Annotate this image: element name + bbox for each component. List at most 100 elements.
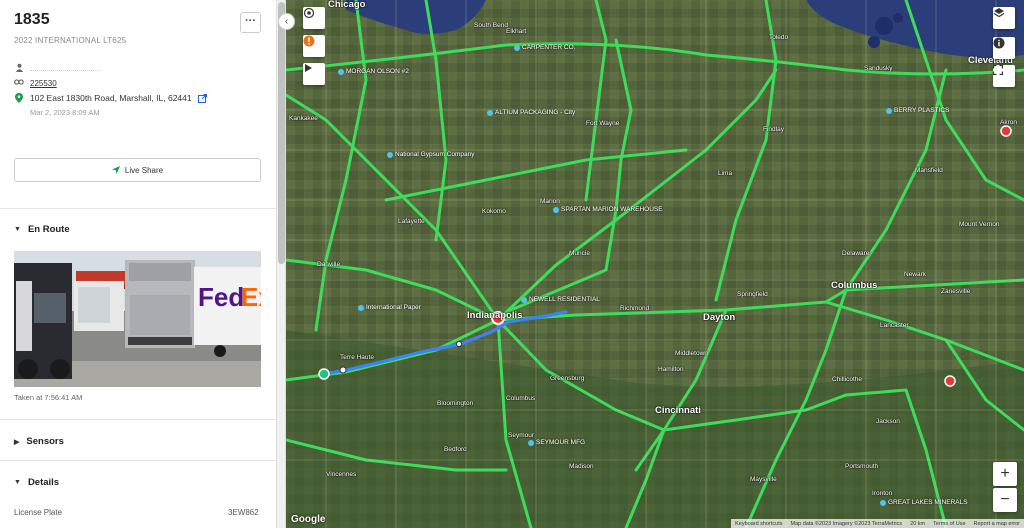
fullscreen-button[interactable] bbox=[993, 65, 1015, 87]
route-start-marker bbox=[318, 368, 330, 380]
poi-label: International Paper bbox=[366, 304, 421, 311]
city-label: Kokomo bbox=[482, 208, 506, 215]
vehicle-name: 1835 bbox=[14, 11, 50, 28]
locate-vehicle-button[interactable] bbox=[303, 7, 325, 29]
divider bbox=[0, 208, 276, 209]
city-label: Sandusky bbox=[864, 65, 893, 72]
city-label: Toledo bbox=[769, 34, 789, 41]
city-label: Ironton bbox=[872, 490, 893, 497]
external-link-icon[interactable] bbox=[197, 93, 207, 103]
city-label: Indianapolis bbox=[467, 310, 523, 321]
vehicle-id-link[interactable]: 225530 bbox=[30, 79, 57, 88]
city-label: South Bend bbox=[474, 22, 508, 29]
report-error-link[interactable]: Report a map error bbox=[974, 521, 1020, 527]
city-label: Lima bbox=[718, 170, 733, 177]
poi-marker[interactable]: International Paper bbox=[358, 304, 421, 311]
caret-right-icon: ▶ bbox=[14, 438, 20, 446]
poi-marker[interactable]: SPARTAN MARION WAREHOUSE bbox=[553, 206, 663, 213]
live-share-label: Live Share bbox=[124, 165, 164, 175]
navigation-arrow-icon bbox=[111, 166, 120, 174]
play-route-button[interactable] bbox=[303, 63, 325, 85]
city-label: Greensburg bbox=[550, 375, 585, 382]
address-text: 102 East 1830th Road, Marshall, IL, 6244… bbox=[30, 93, 192, 103]
link-icon bbox=[14, 78, 24, 88]
poi-label: BERRY PLASTICS bbox=[894, 107, 950, 114]
city-label: Bedford bbox=[444, 446, 467, 453]
satellite-map[interactable]: Chicago Toledo Cleveland Fort Wayne Indi… bbox=[286, 0, 1024, 528]
poi-label: SEYMOUR MFG bbox=[536, 439, 586, 446]
poi-marker[interactable]: SEYMOUR MFG bbox=[528, 439, 585, 446]
city-label: Findlay bbox=[763, 126, 784, 133]
poi-label: MORGAN OLSON #2 bbox=[346, 68, 409, 75]
zoom-in-button[interactable]: + bbox=[993, 462, 1017, 486]
poi-marker[interactable]: ALTIUM PACKAGING - City bbox=[487, 109, 575, 116]
caret-down-icon: ▼ bbox=[14, 226, 21, 233]
poi-label: GREAT LAKES MINERALS bbox=[888, 499, 968, 506]
zoom-out-button[interactable]: − bbox=[993, 488, 1017, 512]
city-label: Fort Wayne bbox=[586, 120, 620, 127]
poi-marker[interactable]: GREAT LAKES MINERALS bbox=[880, 499, 968, 506]
alert-button[interactable] bbox=[303, 35, 325, 57]
divider bbox=[0, 460, 276, 461]
poi-label: SPARTAN MARION WAREHOUSE bbox=[561, 206, 663, 213]
city-label: Columbus bbox=[506, 395, 536, 402]
city-label: Marion bbox=[540, 198, 560, 205]
poi-marker[interactable]: National Gypsum Company bbox=[387, 151, 474, 158]
poi-label: NEWELL RESIDENTIAL bbox=[529, 296, 600, 303]
sidebar-scrollbar[interactable] bbox=[277, 0, 286, 528]
city-label: Elkhart bbox=[506, 28, 527, 35]
divider bbox=[0, 419, 276, 420]
poi-label: National Gypsum Company bbox=[395, 151, 475, 158]
city-label: Middletown bbox=[675, 350, 708, 357]
map-scale: 20 km bbox=[910, 520, 926, 527]
sensors-section-toggle[interactable]: ▶ Sensors bbox=[14, 436, 64, 447]
poi-marker[interactable]: NEWELL RESIDENTIAL bbox=[521, 296, 600, 303]
poi-label: ALTIUM PACKAGING - City bbox=[495, 109, 576, 116]
poi-marker[interactable]: MORGAN OLSON #2 bbox=[338, 68, 409, 75]
app-root: 1835 2022 INTERNATIONAL LT625 ··· 225530… bbox=[0, 0, 1024, 528]
google-logo: Google bbox=[291, 514, 326, 525]
user-icon bbox=[14, 63, 24, 73]
city-label: Muncie bbox=[569, 250, 590, 257]
en-route-section-toggle[interactable]: ▼ En Route bbox=[14, 224, 70, 235]
more-options-button[interactable]: ··· bbox=[240, 12, 261, 33]
city-label: Terre Haute bbox=[340, 354, 374, 361]
svg-text:Fed: Fed bbox=[198, 282, 244, 312]
en-route-heading: En Route bbox=[27, 224, 70, 235]
city-label: Portsmouth bbox=[845, 463, 879, 470]
map-pin-icon bbox=[14, 93, 24, 103]
city-label: Akron bbox=[1000, 119, 1017, 126]
caret-down-icon: ▼ bbox=[14, 479, 21, 486]
layers-button[interactable] bbox=[993, 7, 1015, 29]
city-label: Bloomington bbox=[437, 400, 474, 407]
poi-label: CARPENTER CO. bbox=[522, 44, 576, 51]
terms-link[interactable]: Terms of Use bbox=[933, 521, 965, 527]
city-label: Delaware bbox=[842, 250, 870, 257]
poi-marker[interactable]: CARPENTER CO. bbox=[514, 44, 575, 51]
city-label: Dayton bbox=[703, 312, 736, 323]
dashcam-photo[interactable]: Fed Ex bbox=[14, 251, 261, 387]
city-label: Maysville bbox=[750, 476, 777, 483]
vehicle-model: 2022 INTERNATIONAL LT625 bbox=[14, 36, 127, 45]
city-label: Zanesville bbox=[941, 288, 971, 295]
city-label: Jackson bbox=[876, 418, 900, 425]
sidebar-scroll-thumb[interactable] bbox=[278, 2, 285, 264]
map-footer: Keyboard shortcuts Map data ©2023 Imager… bbox=[731, 519, 1024, 528]
city-label: Lafayette bbox=[398, 218, 425, 225]
address-row: 102 East 1830th Road, Marshall, IL, 6244… bbox=[14, 93, 207, 103]
city-label: Vincennes bbox=[326, 471, 357, 478]
collapse-sidebar-button[interactable]: ‹ bbox=[278, 13, 295, 30]
details-heading: Details bbox=[27, 477, 60, 488]
city-label: Danville bbox=[317, 261, 341, 268]
photo-caption: Taken at 7:56:41 AM bbox=[14, 393, 83, 402]
details-section-toggle[interactable]: ▼ Details bbox=[14, 477, 59, 488]
poi-marker[interactable]: BERRY PLASTICS bbox=[886, 107, 949, 114]
live-share-button[interactable]: Live Share bbox=[14, 158, 261, 182]
city-label: Columbus bbox=[831, 280, 878, 291]
svg-text:Ex: Ex bbox=[241, 282, 261, 312]
info-button[interactable] bbox=[993, 37, 1015, 59]
city-label: Chicago bbox=[328, 0, 366, 10]
map-attribution: Map data ©2023 Imagery ©2023 TerraMetric… bbox=[790, 520, 903, 527]
keyboard-shortcuts-link[interactable]: Keyboard shortcuts bbox=[735, 521, 782, 527]
city-label: Newark bbox=[904, 271, 927, 278]
